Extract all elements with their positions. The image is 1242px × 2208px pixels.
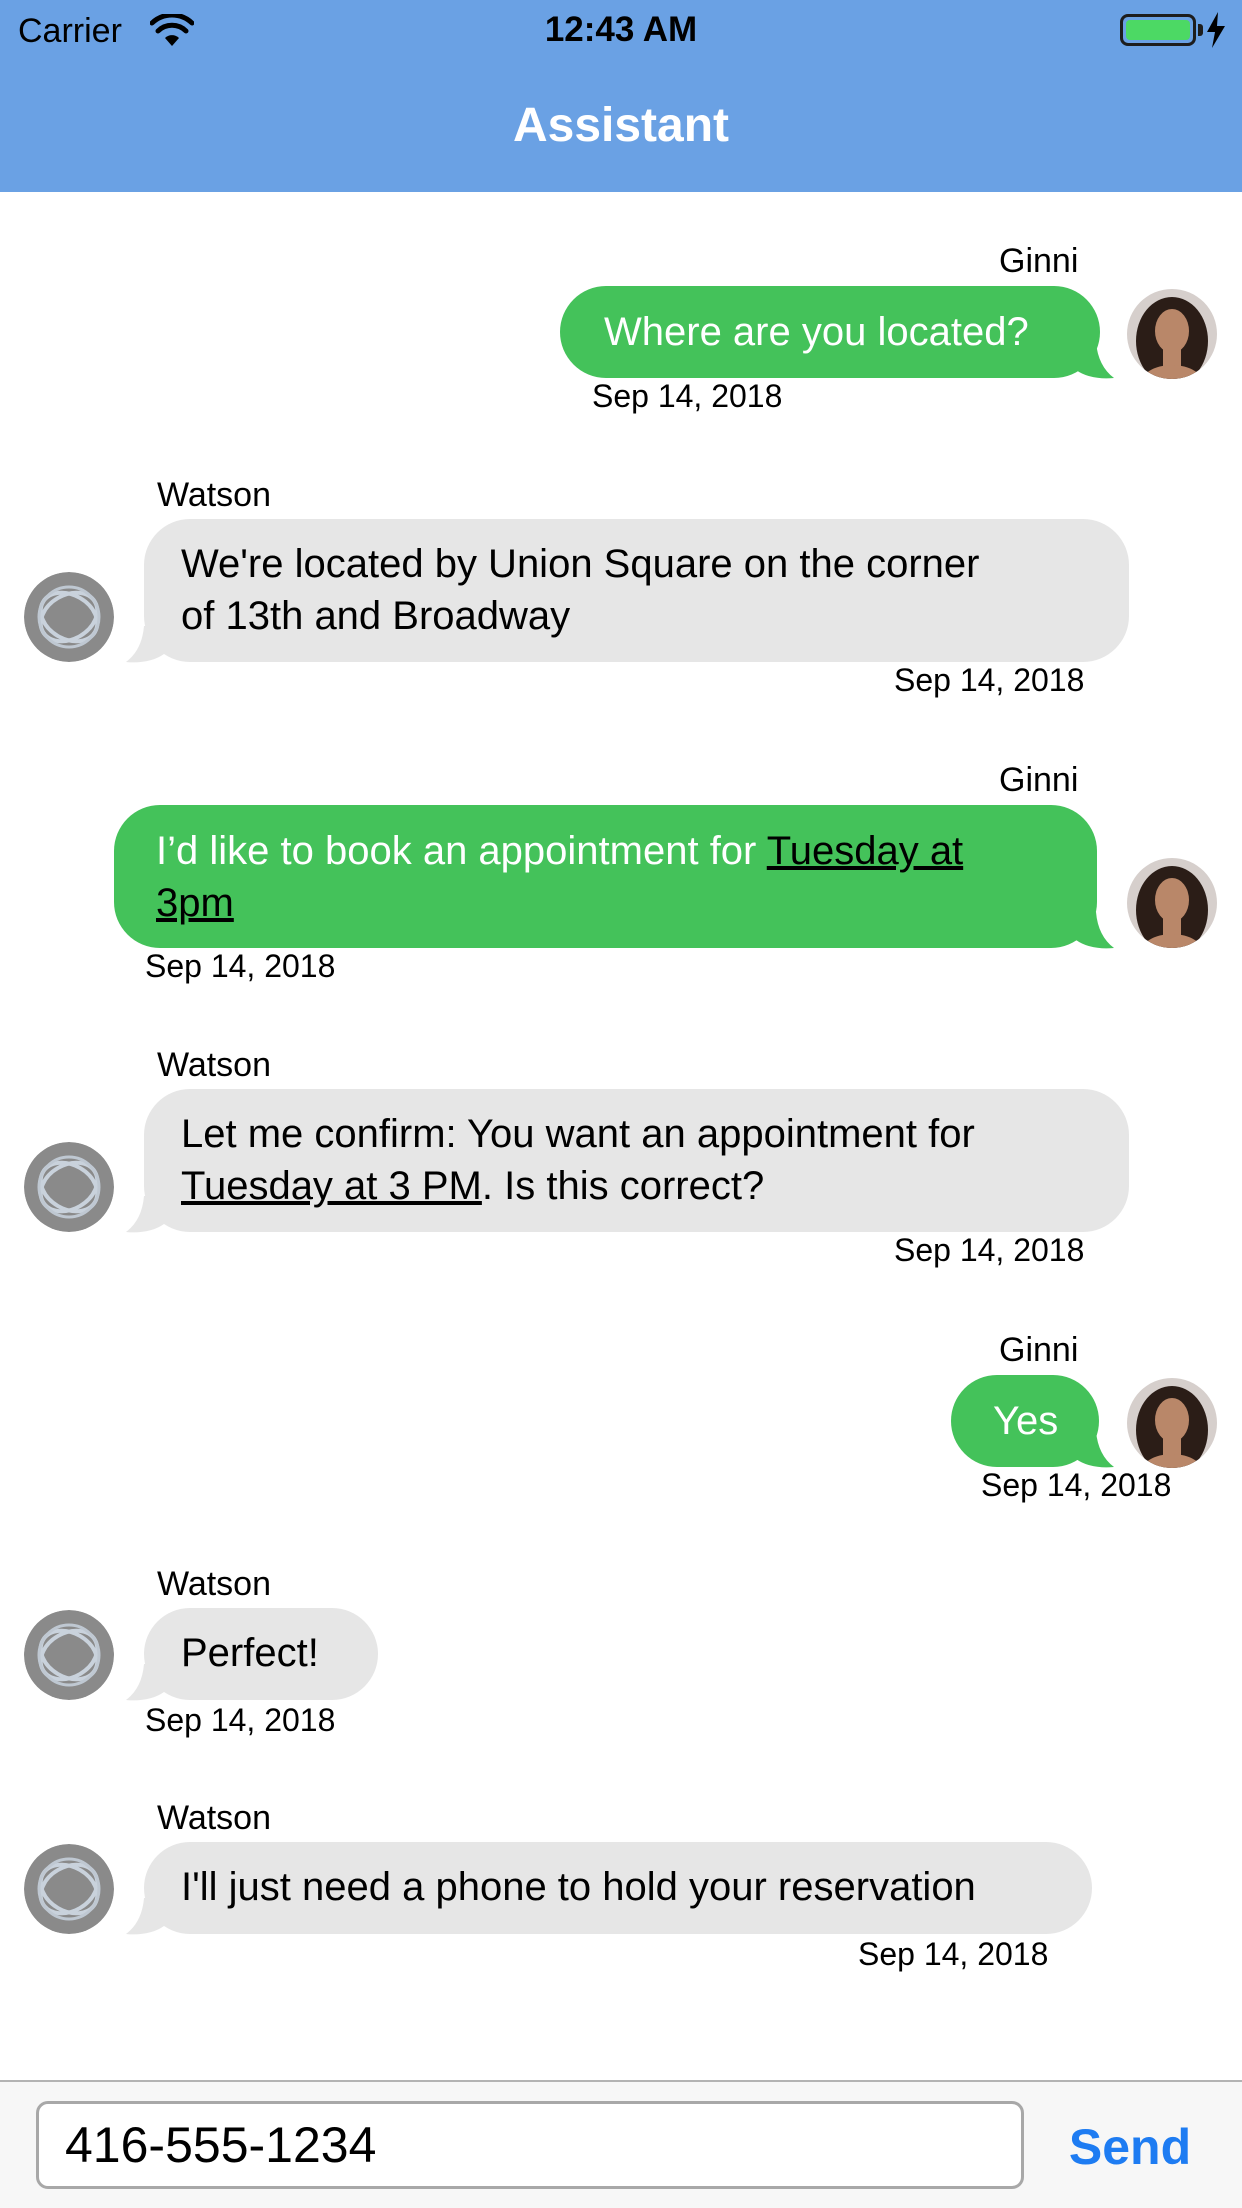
bubble-tail [126,1898,164,1935]
sender-name: Watson [157,476,272,514]
message-text: Yes [993,1399,1059,1443]
user-message-bubble[interactable]: I’d like to book an appointment for Tues… [114,805,1097,948]
bubble-tail [126,1664,164,1701]
user-avatar[interactable] [1127,1378,1217,1468]
bot-message-bubble[interactable]: I'll just need a phone to hold your rese… [144,1842,1092,1934]
sender-name: Watson [157,1565,272,1603]
sender-name: Ginni [999,761,1079,799]
bot-message-bubble[interactable]: Let me confirm: You want an appointment … [144,1089,1129,1232]
user-avatar-photo [1127,289,1217,379]
date-link[interactable]: Tuesday at 3 PM [181,1164,482,1208]
message-text: Perfect! [181,1631,319,1675]
message-text-line: We're located by Union Square on the cor… [181,542,980,586]
user-message-bubble[interactable]: Where are you located? [560,286,1100,378]
sender-name: Watson [157,1046,272,1084]
charging-bolt-icon [1207,12,1225,48]
bot-message-bubble[interactable]: Perfect! [144,1608,378,1700]
user-avatar[interactable] [1127,858,1217,948]
message-text: . Is this correct? [481,1164,765,1208]
sender-name: Ginni [999,1331,1079,1369]
message-text-line: 3pm [156,877,1097,929]
message-text: I’d like to book an appointment for [156,829,767,873]
bubble-tail [1076,912,1114,949]
watson-globe-icon [24,1610,114,1700]
message-date: Sep 14, 2018 [981,1467,1172,1503]
message-text-line: I’d like to book an appointment for Tues… [156,825,1097,877]
status-time: 12:43 AM [544,10,698,49]
battery-cap [1198,24,1203,36]
user-avatar-photo [1127,858,1217,948]
message-date: Sep 14, 2018 [894,1232,1085,1268]
message-text: I'll just need a phone to hold your rese… [181,1865,976,1909]
message-text: Where are you located? [604,310,1029,354]
sender-name: Watson [157,1799,272,1837]
user-avatar[interactable] [1127,289,1217,379]
bubble-tail [1076,342,1114,379]
bubble-tail [1076,1431,1114,1468]
bubble-tail [126,1196,164,1233]
battery-icon [1120,14,1196,46]
message-input[interactable] [36,2101,1024,2189]
user-avatar-photo [1127,1378,1217,1468]
page-title: Assistant [512,99,730,152]
watson-globe-icon [24,1844,114,1934]
navigation-header: Carrier 12:43 AM Assistant [0,0,1242,192]
message-text-line: Let me confirm: You want an appointment … [181,1112,975,1156]
sender-name: Ginni [999,242,1079,280]
watson-globe-icon [24,1142,114,1232]
message-text-line: of 13th and Broadway [181,594,571,638]
watson-avatar[interactable] [24,1844,114,1934]
message-date: Sep 14, 2018 [592,378,783,414]
status-bar: Carrier 12:43 AM [0,0,1242,60]
bot-message-bubble[interactable]: We're located by Union Square on the cor… [144,519,1129,662]
battery-level-fill [1126,20,1190,40]
message-date: Sep 14, 2018 [145,1702,336,1738]
message-date: Sep 14, 2018 [858,1936,1049,1972]
message-date: Sep 14, 2018 [145,948,336,984]
bubble-tail [126,626,164,663]
message-text-line: Tuesday at 3 PM. Is this correct? [181,1160,1129,1212]
send-button[interactable]: Send [1050,2118,1210,2176]
date-link[interactable]: Tuesday at [767,829,963,873]
watson-avatar[interactable] [24,1610,114,1700]
watson-avatar[interactable] [24,572,114,662]
watson-globe-icon [24,572,114,662]
date-link[interactable]: 3pm [156,881,234,925]
watson-avatar[interactable] [24,1142,114,1232]
message-date: Sep 14, 2018 [894,662,1085,698]
